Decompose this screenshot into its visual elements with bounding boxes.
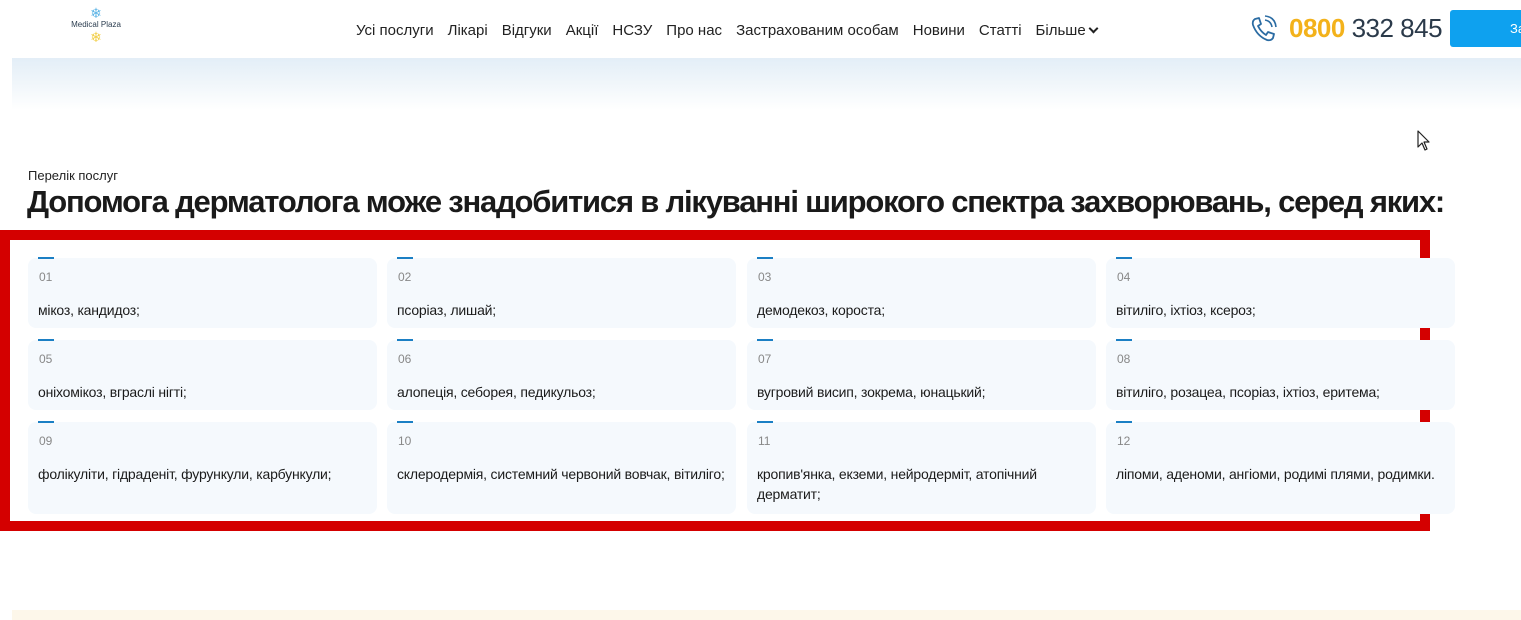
service-card: 11 кропив'янка, екземи, нейродерміт, ато… [747,421,1096,514]
card-accent-line [38,339,54,341]
service-card: 06 алопеція, себорея, педикульоз; [387,339,736,410]
card-text: вугровий висип, зокрема, юнацький; [757,384,986,400]
service-card: 10 склеродермія, системний червоний вовч… [387,421,736,514]
service-card: 07 вугровий висип, зокрема, юнацький; [747,339,1096,410]
card-accent-line [757,257,773,259]
card-accent-line [397,339,413,341]
nav-item-about[interactable]: Про нас [666,22,722,39]
card-accent-line [38,257,54,259]
card-text: кропив'янка, екземи, нейродерміт, атопіч… [757,466,1037,502]
phone-digits: 332 845 [1351,13,1443,43]
service-card: 04 вітиліго, іхтіоз, ксероз; [1106,257,1455,328]
service-card: 08 вітиліго, розацеа, псоріаз, іхтіоз, е… [1106,339,1455,410]
card-number: 08 [1117,352,1131,366]
service-card: 03 демодекоз, короста; [747,257,1096,328]
card-accent-line [757,421,773,423]
phone-code: 0800 [1289,13,1345,43]
service-card: 12 ліпоми, аденоми, ангіоми, родимі плям… [1106,421,1455,514]
card-text: алопеція, себорея, педикульоз; [397,384,596,400]
chevron-down-icon [1088,23,1099,33]
card-text: оніхомікоз, вграслі нігті; [38,384,187,400]
card-text: фолікуліти, гідраденіт, фурункули, карбу… [38,466,332,482]
nav-more-label: Більше [1035,21,1086,39]
service-card: 05 оніхомікоз, вграслі нігті; [28,339,377,410]
section-title: Допомога дерматолога може знадобитися в … [27,184,1445,219]
card-number: 06 [398,352,412,366]
nav-item-insured[interactable]: Застрахованим особам [736,22,899,39]
card-number: 11 [758,434,771,448]
card-accent-line [397,257,413,259]
card-text: ліпоми, аденоми, ангіоми, родимі плями, … [1116,466,1435,482]
card-accent-line [1116,339,1132,341]
nav-item-promotions[interactable]: Акції [566,22,599,39]
mouse-cursor-icon [1417,130,1430,151]
next-section-band [12,610,1521,620]
card-text: вітиліго, розацеа, псоріаз, іхтіоз, ерит… [1116,384,1380,400]
site-logo[interactable]: ❄ Medical Plaza ❄ [62,6,130,48]
card-number: 04 [1117,270,1131,284]
card-accent-line [1116,421,1132,423]
appointment-button[interactable]: За [1450,10,1521,47]
snowflake-logo-icon: ❄ [90,5,102,21]
section-subtitle: Перелік послуг [28,168,118,183]
snowflake-logo-icon-bottom: ❄ [90,29,102,45]
card-number: 07 [758,352,772,366]
nav-item-doctors[interactable]: Лікарі [448,22,488,39]
nav-item-all-services[interactable]: Усі послуги [356,22,434,39]
main-nav: Усі послуги Лікарі Відгуки Акції НСЗУ Пр… [356,20,1111,40]
service-card: 09 фолікуліти, гідраденіт, фурункули, ка… [28,421,377,514]
card-accent-line [757,339,773,341]
service-card: 01 мікоз, кандидоз; [28,257,377,328]
card-number: 12 [1117,434,1131,448]
card-text: псоріаз, лишай; [397,302,496,318]
card-number: 02 [398,270,412,284]
card-number: 09 [39,434,53,448]
card-accent-line [397,421,413,423]
card-number: 05 [39,352,53,366]
card-number: 01 [39,270,53,284]
phone-icon[interactable] [1248,14,1278,44]
nav-item-reviews[interactable]: Відгуки [502,22,552,39]
card-number: 03 [758,270,772,284]
card-text: демодекоз, короста; [757,302,885,318]
card-accent-line [1116,257,1132,259]
card-text: вітиліго, іхтіоз, ксероз; [1116,302,1256,318]
service-card: 02 псоріаз, лишай; [387,257,736,328]
card-text: склеродермія, системний червоний вовчак,… [397,466,725,482]
card-text: мікоз, кандидоз; [38,302,140,318]
nav-item-articles[interactable]: Статті [979,22,1022,39]
phone-number[interactable]: 0800 332 845 [1289,13,1443,44]
nav-item-news[interactable]: Новини [913,22,965,39]
nav-item-more[interactable]: Більше [1035,21,1099,39]
nav-item-nszu[interactable]: НСЗУ [612,22,652,39]
site-header: ❄ Medical Plaza ❄ Усі послуги Лікарі Від… [0,0,1521,58]
card-accent-line [38,421,54,423]
header-shadow [12,58,1521,110]
card-number: 10 [398,434,412,448]
